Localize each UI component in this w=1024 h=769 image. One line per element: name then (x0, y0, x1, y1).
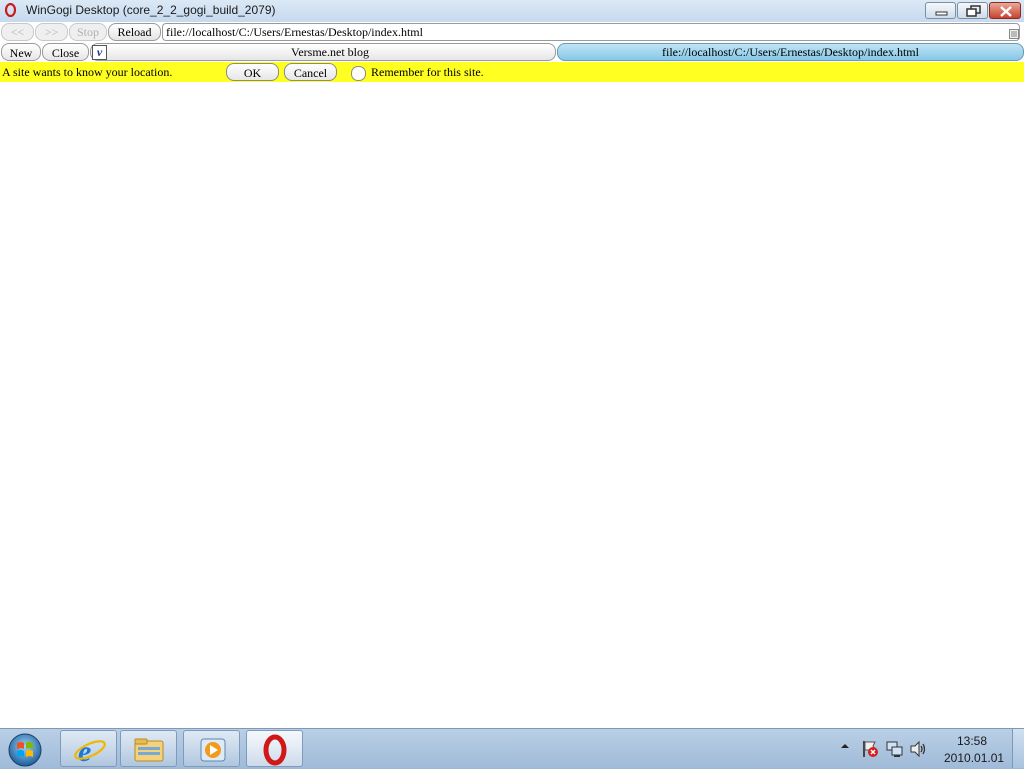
tab-local-index[interactable]: file://localhost/C:/Users/Ernestas/Deskt… (557, 43, 1024, 61)
cancel-button[interactable]: Cancel (284, 63, 337, 81)
tab-bar: New Close Versme.net blog file://localho… (0, 42, 1024, 62)
restore-icon (966, 5, 981, 17)
tab-versme-blog[interactable]: Versme.net blog (90, 43, 556, 61)
forward-button[interactable]: >> (35, 23, 68, 41)
taskbar-opera[interactable] (246, 730, 303, 767)
v-logo-icon: v (92, 45, 107, 60)
back-button[interactable]: << (1, 23, 34, 41)
remember-checkbox[interactable] (351, 66, 366, 81)
windows-start-icon[interactable] (5, 731, 45, 767)
taskbar-file-explorer[interactable] (120, 730, 177, 767)
show-hidden-icons-icon[interactable] (840, 741, 850, 751)
minimize-button[interactable] (925, 2, 956, 19)
tab-label: file://localhost/C:/Users/Ernestas/Deskt… (662, 45, 919, 59)
internet-explorer-icon: e (74, 735, 106, 768)
restore-button[interactable] (957, 2, 988, 19)
taskbar-media-player[interactable] (183, 730, 240, 767)
window-title: WinGogi Desktop (core_2_2_gogi_build_207… (26, 3, 276, 17)
remember-label: Remember for this site. (371, 65, 484, 79)
notification-message: A site wants to know your location. (2, 65, 173, 79)
clock-date[interactable]: 2010.01.01 (944, 751, 1004, 765)
stop-button[interactable]: Stop (69, 23, 107, 41)
show-desktop-button[interactable] (1012, 729, 1024, 768)
action-center-icon[interactable] (861, 740, 879, 758)
taskbar: e (0, 728, 1024, 769)
svg-text:e: e (78, 735, 91, 768)
media-player-icon (200, 738, 226, 762)
geolocation-notification-bar: A site wants to know your location. OK C… (0, 62, 1024, 82)
opera-icon (5, 3, 16, 17)
page-content[interactable] (0, 82, 1024, 728)
new-tab-button[interactable]: New (1, 43, 41, 61)
close-icon (1000, 6, 1012, 17)
volume-icon[interactable] (909, 740, 927, 758)
network-icon[interactable] (886, 740, 904, 758)
clock-time[interactable]: 13:58 (957, 734, 987, 748)
close-tab-button[interactable]: Close (42, 43, 89, 61)
close-button[interactable] (989, 2, 1021, 19)
ok-button[interactable]: OK (226, 63, 279, 81)
title-bar[interactable]: WinGogi Desktop (core_2_2_gogi_build_207… (0, 0, 1024, 23)
opera-icon (263, 734, 287, 766)
tab-label: Versme.net blog (291, 45, 369, 59)
resize-grip-icon (1009, 29, 1019, 39)
file-explorer-icon (134, 738, 164, 762)
address-input[interactable]: file://localhost/C:/Users/Ernestas/Deskt… (162, 23, 1020, 41)
navigation-toolbar: << >> Stop Reload file://localhost/C:/Us… (0, 22, 1024, 42)
taskbar-internet-explorer[interactable]: e (60, 730, 117, 768)
reload-button[interactable]: Reload (108, 23, 161, 41)
minimize-icon (935, 11, 948, 16)
